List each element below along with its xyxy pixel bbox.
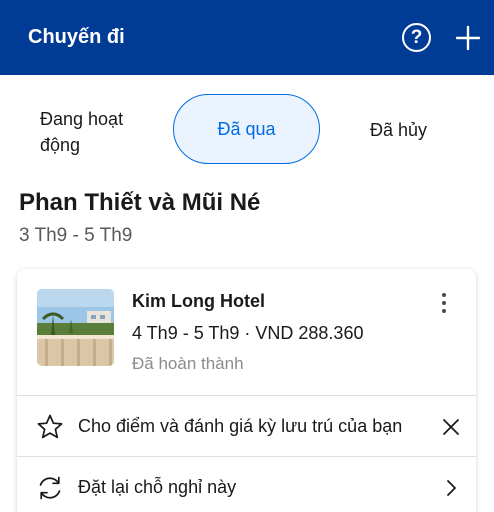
tab-active-trips[interactable]: Đang hoạt động bbox=[40, 106, 123, 158]
review-stay-label: Cho điểm và đánh giá kỳ lưu trú của bạn bbox=[78, 416, 403, 436]
rebook-label: Đặt lại chỗ nghỉ này bbox=[78, 477, 237, 497]
trip-dates: 3 Th9 - 5 Th9 bbox=[19, 225, 133, 246]
trip-status-tabs: Đang hoạt động Đã qua Đã hủy bbox=[0, 93, 494, 169]
plus-icon[interactable] bbox=[455, 25, 481, 51]
chevron-right-icon[interactable] bbox=[440, 477, 462, 499]
tab-past-trips[interactable]: Đã qua bbox=[173, 94, 320, 164]
divider bbox=[17, 395, 476, 396]
booking-dates-price: 4 Th9 - 5 Th9 · VND 288.360 bbox=[132, 323, 364, 343]
booking-card[interactable]: Kim Long Hotel 4 Th9 - 5 Th9 · VND 288.3… bbox=[17, 269, 476, 512]
star-outline-icon bbox=[37, 414, 63, 439]
hotel-photo bbox=[37, 289, 114, 366]
tab-cancelled-trips[interactable]: Đã hủy bbox=[370, 120, 427, 141]
help-icon[interactable]: ? bbox=[402, 23, 431, 52]
booking-status: Đã hoàn thành bbox=[132, 354, 244, 373]
trip-destination-title: Phan Thiết và Mũi Né bbox=[19, 189, 261, 216]
more-options-icon[interactable] bbox=[435, 291, 453, 315]
tab-label: Đã qua bbox=[217, 118, 276, 139]
hotel-name[interactable]: Kim Long Hotel bbox=[132, 291, 265, 312]
hotel-thumbnail[interactable] bbox=[37, 289, 114, 366]
tab-label: Đã hủy bbox=[370, 120, 428, 140]
tab-label-line1: Đang hoạt bbox=[40, 109, 124, 129]
help-glyph: ? bbox=[410, 26, 423, 48]
rebook-icon bbox=[39, 476, 61, 500]
tab-label-line2: động bbox=[40, 135, 81, 155]
main-content: Đang hoạt động Đã qua Đã hủy Phan Thiết … bbox=[0, 75, 494, 512]
close-icon[interactable] bbox=[440, 416, 462, 438]
divider bbox=[17, 456, 476, 457]
top-app-bar: Chuyến đi ? bbox=[0, 0, 494, 75]
page-title: Chuyến đi bbox=[28, 26, 125, 48]
